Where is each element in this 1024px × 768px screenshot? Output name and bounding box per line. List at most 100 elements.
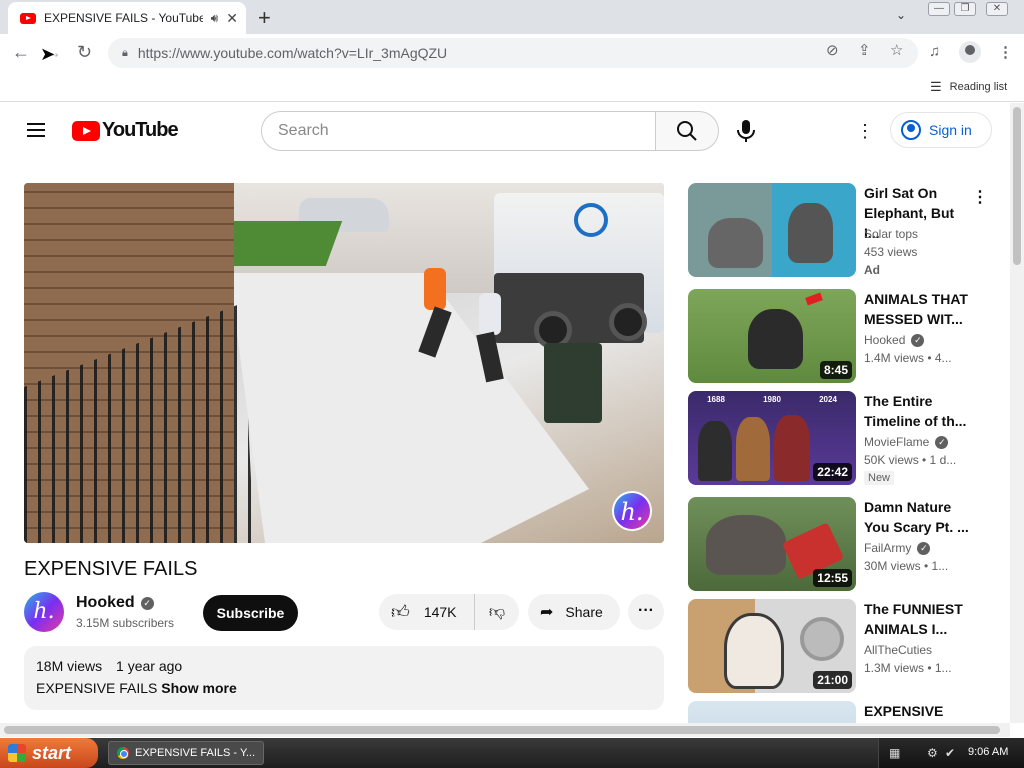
dislike-button[interactable]: 👎︎ xyxy=(475,603,519,622)
show-more-button[interactable]: Show more xyxy=(161,680,236,696)
volume-icon[interactable]: ✔ xyxy=(945,746,955,760)
sign-in-button[interactable]: Sign in xyxy=(890,112,992,148)
reading-list-icon: ☰ xyxy=(930,79,942,94)
video-person-orange xyxy=(424,268,446,310)
character-shape xyxy=(774,415,810,481)
vertical-scrollbar[interactable] xyxy=(1010,103,1024,723)
keyboard-icon[interactable]: ▦ xyxy=(889,746,900,760)
settings-kebab-icon[interactable]: ⋮ xyxy=(856,121,874,142)
share-page-icon[interactable]: ⇪ xyxy=(858,41,871,59)
recommendation-title[interactable]: Damn Nature You Scary Pt. ... xyxy=(864,497,972,537)
verified-icon: ✓ xyxy=(140,596,154,610)
profile-icon[interactable] xyxy=(959,41,981,63)
eye-off-icon[interactable]: ⊘ xyxy=(826,41,839,59)
star-icon[interactable]: ☆ xyxy=(890,41,903,59)
subscriber-count: 3.15M subscribers xyxy=(76,616,175,630)
like-button[interactable]: 👍︎ 147K xyxy=(379,594,475,630)
channel-avatar[interactable]: h. xyxy=(24,592,64,632)
thumbs-up-icon: 👍︎ xyxy=(391,602,410,622)
recommendation-meta: 50K views • 1 d... xyxy=(864,453,957,467)
timeline-year: 2024 xyxy=(819,395,837,404)
character-shape xyxy=(736,417,770,481)
recommendation-title[interactable]: The FUNNIEST ANIMALS I... xyxy=(864,599,972,639)
reading-list-button[interactable]: ☰ Reading list xyxy=(930,79,1007,95)
recommendation-item[interactable]: EXPENSIVE xyxy=(688,701,988,723)
tab-search-chevron-icon[interactable]: ⌄ xyxy=(896,8,906,22)
recommendation-meta: 30M views • 1... xyxy=(864,559,949,573)
video-duration: 22:42 xyxy=(813,463,852,481)
minimize-icon[interactable]: — xyxy=(928,2,950,16)
recommendation-item[interactable]: 1688 1980 2024 22:42 The Entire Timeline… xyxy=(688,391,988,487)
truck-logo-icon xyxy=(574,203,608,237)
video-thumbnail[interactable]: 1688 1980 2024 22:42 xyxy=(688,391,856,485)
recommendation-channel[interactable]: Solar tops xyxy=(864,227,918,241)
channel-name[interactable]: Hooked ✓ xyxy=(76,594,154,612)
video-thumbnail[interactable]: 8:45 xyxy=(688,289,856,383)
video-player[interactable]: h. xyxy=(24,183,664,543)
search-button[interactable] xyxy=(655,111,719,151)
recommendation-channel-text: Hooked xyxy=(864,333,906,347)
new-badge: New xyxy=(864,471,895,485)
horizontal-scrollbar[interactable] xyxy=(0,723,1010,737)
elephant-shape xyxy=(788,203,833,263)
menu-icon[interactable] xyxy=(27,123,45,137)
back-icon[interactable]: ← xyxy=(12,42,30,63)
taskbar-chrome-item[interactable]: EXPENSIVE FAILS - Y... xyxy=(108,741,264,765)
washer-shape xyxy=(800,617,844,661)
network-icon[interactable]: ⚙︎ xyxy=(927,746,938,760)
video-thumbnail[interactable]: 12:55 xyxy=(688,497,856,591)
gorilla-shape xyxy=(748,309,803,369)
video-duration: 21:00 xyxy=(813,671,852,689)
subscribe-button[interactable]: Subscribe xyxy=(203,595,298,631)
video-thumbnail[interactable] xyxy=(688,701,856,723)
share-button[interactable]: ➦ Share xyxy=(528,594,620,630)
thumbs-down-icon: 👎︎ xyxy=(488,603,506,621)
like-dislike-group: 👍︎ 147K 👎︎ xyxy=(379,594,519,630)
close-tab-icon[interactable]: ✕ xyxy=(226,10,238,27)
close-window-icon[interactable]: ✕ xyxy=(986,2,1008,16)
media-icon[interactable]: ♫ xyxy=(929,43,940,60)
vertical-scroll-thumb[interactable] xyxy=(1013,107,1021,265)
item-kebab-icon[interactable]: ⋮ xyxy=(972,187,988,207)
video-thumbnail[interactable]: 21:00 xyxy=(688,599,856,693)
reload-icon[interactable]: ↻ xyxy=(77,42,92,63)
browser-tab[interactable]: EXPENSIVE FAILS - YouTube 🔊︎ ✕ xyxy=(8,2,246,34)
recommendation-channel[interactable]: Hooked ✓ xyxy=(864,333,925,347)
recommendation-channel[interactable]: MovieFlame ✓ xyxy=(864,435,949,449)
recommendation-title[interactable]: ANIMALS THAT MESSED WIT... xyxy=(864,289,972,329)
timeline-year: 1980 xyxy=(763,395,781,404)
recommendation-channel[interactable]: FailArmy ✓ xyxy=(864,541,931,555)
recommendation-item[interactable]: 8:45 ANIMALS THAT MESSED WIT... Hooked ✓… xyxy=(688,289,988,385)
recommendation-channel[interactable]: AllTheCuties xyxy=(864,643,932,657)
mouse-cursor-icon: ➤ xyxy=(40,44,56,64)
description-meta: 18M views 1 year ago xyxy=(36,658,652,674)
mic-icon[interactable] xyxy=(735,119,757,143)
recommendation-item[interactable]: 21:00 The FUNNIEST ANIMALS I... AllTheCu… xyxy=(688,599,988,695)
channel-name-text: Hooked xyxy=(76,594,135,611)
timeline-years: 1688 1980 2024 xyxy=(688,395,856,409)
speaker-icon[interactable]: 🔊︎ xyxy=(211,11,219,26)
horizontal-scroll-thumb[interactable] xyxy=(4,726,1000,734)
search-input[interactable]: Search xyxy=(261,111,656,151)
video-bin xyxy=(544,343,602,423)
video-title: EXPENSIVE FAILS xyxy=(24,558,198,580)
address-bar[interactable]: 🔒︎ https://www.youtube.com/watch?v=LIr_3… xyxy=(108,38,918,68)
new-tab-icon[interactable]: + xyxy=(258,5,271,31)
lock-icon[interactable]: 🔒︎ xyxy=(122,47,128,60)
recommendation-title[interactable]: EXPENSIVE xyxy=(864,701,972,721)
youtube-logo[interactable]: YouTube xyxy=(72,119,179,142)
recommendation-title[interactable]: The Entire Timeline of th... xyxy=(864,391,972,431)
more-actions-icon[interactable]: ··· xyxy=(628,594,664,630)
chrome-menu-icon[interactable]: ⋮ xyxy=(998,43,1013,61)
url-text: https://www.youtube.com/watch?v=LIr_3mAg… xyxy=(137,45,448,61)
description-box[interactable]: 18M views 1 year ago EXPENSIVE FAILS Sho… xyxy=(24,646,664,710)
elephant-shape xyxy=(708,218,763,268)
recommendation-item[interactable]: 12:55 Damn Nature You Scary Pt. ... Fail… xyxy=(688,497,988,593)
timeline-year: 1688 xyxy=(707,395,725,404)
video-thumbnail[interactable] xyxy=(688,183,856,277)
recommendation-item[interactable]: Girl Sat On Elephant, But I... Solar top… xyxy=(688,183,988,279)
restore-icon[interactable]: ❐ xyxy=(954,2,976,16)
character-shape xyxy=(698,421,732,481)
red-arrow-icon xyxy=(805,292,823,306)
start-button[interactable]: start xyxy=(0,738,98,768)
